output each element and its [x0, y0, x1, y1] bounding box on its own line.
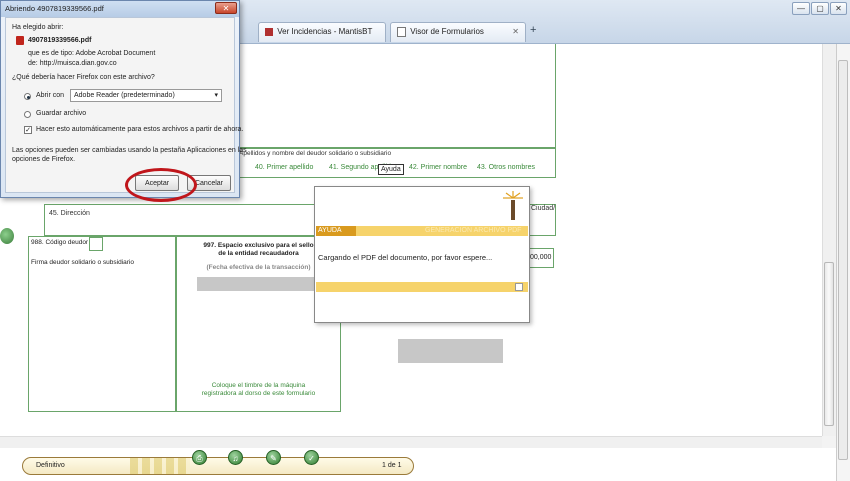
- form-upper-box: [236, 44, 556, 148]
- dialog-title: Abriendo 4907819339566.pdf: [5, 4, 104, 13]
- open-with-label: Abrir con: [36, 92, 65, 99]
- chevron-down-icon: ▾: [214, 92, 218, 99]
- type-value: Adobe Acrobat Document: [75, 50, 156, 57]
- close-window-button[interactable]: ✕: [830, 2, 847, 15]
- status-label: Definitivo: [36, 462, 65, 469]
- download-dialog: Abriendo 4907819339566.pdf ✕ Ha elegido …: [0, 0, 247, 198]
- popup-title: GENERACION ARCHIVO PDF: [425, 227, 522, 234]
- dialog-close-button[interactable]: ✕: [215, 2, 237, 14]
- pdf-loading-popup: AYUDA GENERACION ARCHIVO PDF Cargando el…: [314, 186, 530, 323]
- tab-ver-incidencias[interactable]: Ver Incidencias - MantisBT: [258, 22, 386, 42]
- type-label: que es de tipo:: [28, 50, 74, 57]
- codigo-firma-box: 988. Código deudor Firma deudor solidari…: [28, 236, 176, 412]
- application-select[interactable]: Adobe Reader (predeterminado) ▾: [70, 89, 222, 102]
- page-icon: [397, 27, 406, 37]
- intro-text: Ha elegido abrir:: [12, 24, 64, 31]
- from-value: http://muisca.dian.gov.co: [39, 60, 117, 67]
- tab-visor-formularios[interactable]: Visor de Formularios ✕: [390, 22, 526, 42]
- loading-message: Cargando el PDF del documento, por favor…: [318, 253, 493, 262]
- ayuda-label: AYUDA: [316, 226, 356, 236]
- auto-checkbox[interactable]: ✓: [24, 126, 32, 134]
- viewer-toolbar: Definitivo ⎙ ♫ ✎ ✓ 1 de 1: [0, 448, 836, 481]
- maximize-button[interactable]: ▢: [811, 2, 829, 15]
- otros-nombres-label: 43. Otros nombres: [477, 164, 535, 171]
- application-value: Adobe Reader (predeterminado): [74, 92, 175, 99]
- new-tab-button[interactable]: +: [530, 24, 536, 36]
- tools-button[interactable]: ✓: [304, 450, 319, 465]
- pdf-file-icon: [16, 36, 24, 45]
- page-scroll-thumb[interactable]: [824, 262, 834, 426]
- edit-button[interactable]: ✎: [266, 450, 281, 465]
- note-line1: Las opciones pueden ser cambiadas usando…: [12, 147, 247, 154]
- note-line2: opciones de Firefox.: [12, 156, 76, 163]
- tab-label: Ver Incidencias - MantisBT: [277, 27, 373, 36]
- horizontal-scrollbar[interactable]: [0, 436, 822, 448]
- timbre-line2: registradora al dorso de este formulario: [201, 390, 316, 397]
- toolbar-pill: [22, 457, 414, 475]
- direccion-label: 45. Dirección: [49, 210, 90, 217]
- window-scroll-thumb[interactable]: [838, 60, 848, 460]
- amount-box: 00,000: [528, 248, 554, 268]
- dian-logo-icon: [501, 190, 525, 222]
- side-arrow-icon[interactable]: [0, 228, 14, 244]
- ciudad-label: Ciudad/: [531, 205, 556, 212]
- resize-icon[interactable]: [515, 283, 523, 291]
- codigo-deudor-label: 988. Código deudor: [31, 239, 89, 246]
- section-header: Apellidos y nombre del deudor solidario …: [239, 150, 392, 157]
- mantis-icon: [265, 27, 273, 36]
- open-with-radio[interactable]: [24, 93, 31, 100]
- from-label: de:: [28, 60, 38, 67]
- filename: 4907819339566.pdf: [28, 37, 92, 44]
- primer-nombre-label: 42. Primer nombre: [409, 164, 467, 171]
- toolbar-decoration: [130, 458, 190, 474]
- codigo-deudor-input[interactable]: [89, 237, 103, 251]
- print-button[interactable]: ⎙: [192, 450, 207, 465]
- music-button[interactable]: ♫: [228, 450, 243, 465]
- page-indicator: 1 de 1: [382, 462, 402, 469]
- dialog-body: Ha elegido abrir: 4907819339566.pdf que …: [5, 17, 247, 193]
- auto-label: Hacer esto automáticamente para estos ar…: [36, 126, 244, 133]
- timbre-line1: Coloque el timbre de la máquina: [211, 382, 306, 389]
- accept-highlight-ring: [125, 168, 197, 202]
- minimize-button[interactable]: —: [792, 2, 810, 15]
- question-text: ¿Qué debería hacer Firefox con este arch…: [12, 74, 155, 81]
- tab-label: Visor de Formularios: [410, 27, 484, 37]
- dialog-titlebar: Abriendo 4907819339566.pdf: [1, 1, 239, 17]
- fecha-field[interactable]: [197, 277, 319, 291]
- gray-field[interactable]: [398, 339, 503, 363]
- primer-apellido-label: 40. Primer apellido: [255, 164, 314, 171]
- firma-deudor-label: Firma deudor solidario o subsidiario: [31, 259, 134, 266]
- close-tab-icon[interactable]: ✕: [512, 27, 519, 36]
- save-file-radio[interactable]: [24, 111, 31, 118]
- save-file-label: Guardar archivo: [36, 110, 87, 117]
- ayuda-tooltip: Ayuda: [378, 164, 404, 175]
- popup-footer-bar: [316, 282, 528, 292]
